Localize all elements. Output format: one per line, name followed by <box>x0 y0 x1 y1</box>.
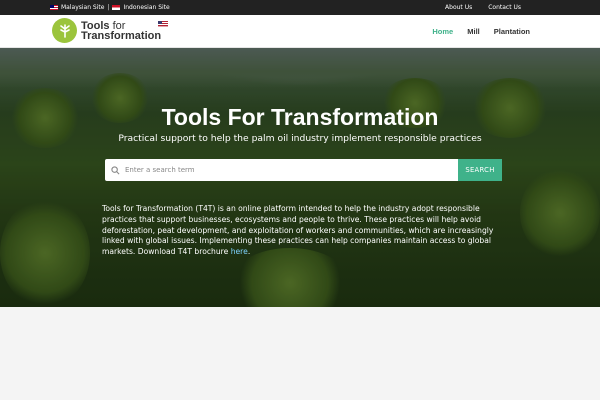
indonesia-flag-icon <box>112 5 121 10</box>
logo-wordmark: Tools for Transformation <box>81 20 162 42</box>
search-input[interactable] <box>125 159 458 181</box>
hero-subtitle: Practical support to help the palm oil i… <box>118 133 482 144</box>
nav-plantation[interactable]: Plantation <box>494 27 530 36</box>
site-switcher: Malaysian Site | Indonesian Site <box>50 0 170 15</box>
us-flag-icon[interactable] <box>158 21 168 27</box>
malaysian-site-link[interactable]: Malaysian Site <box>61 4 104 11</box>
about-us-link[interactable]: About Us <box>445 4 472 11</box>
site-header: Tools for Transformation Home Mill Plant… <box>0 15 600 48</box>
top-utility-bar: Malaysian Site | Indonesian Site About U… <box>0 0 600 15</box>
separator: | <box>107 4 110 11</box>
logo-mark-icon <box>52 18 77 43</box>
nav-mill[interactable]: Mill <box>467 27 480 36</box>
site-logo[interactable]: Tools for Transformation <box>52 18 161 43</box>
description-period: . <box>247 247 251 257</box>
search-bar: SEARCH <box>105 159 502 181</box>
malaysia-flag-icon <box>50 5 58 10</box>
logo-word-transformation: Transformation <box>81 29 162 42</box>
indonesian-site-link[interactable]: Indonesian Site <box>123 4 169 11</box>
content-area <box>0 307 600 400</box>
main-nav: Home Mill Plantation <box>432 27 530 36</box>
hero-description: Tools for Transformation (T4T) is an onl… <box>102 204 504 258</box>
search-button[interactable]: SEARCH <box>458 159 502 181</box>
hero-title: Tools For Transformation <box>161 104 439 130</box>
description-text: Tools for Transformation (T4T) is an onl… <box>102 204 494 257</box>
search-icon <box>105 159 125 181</box>
nav-home[interactable]: Home <box>432 27 453 36</box>
brochure-link[interactable]: here <box>231 247 248 256</box>
contact-us-link[interactable]: Contact Us <box>488 4 521 11</box>
utility-links: About Us Contact Us <box>445 0 521 15</box>
